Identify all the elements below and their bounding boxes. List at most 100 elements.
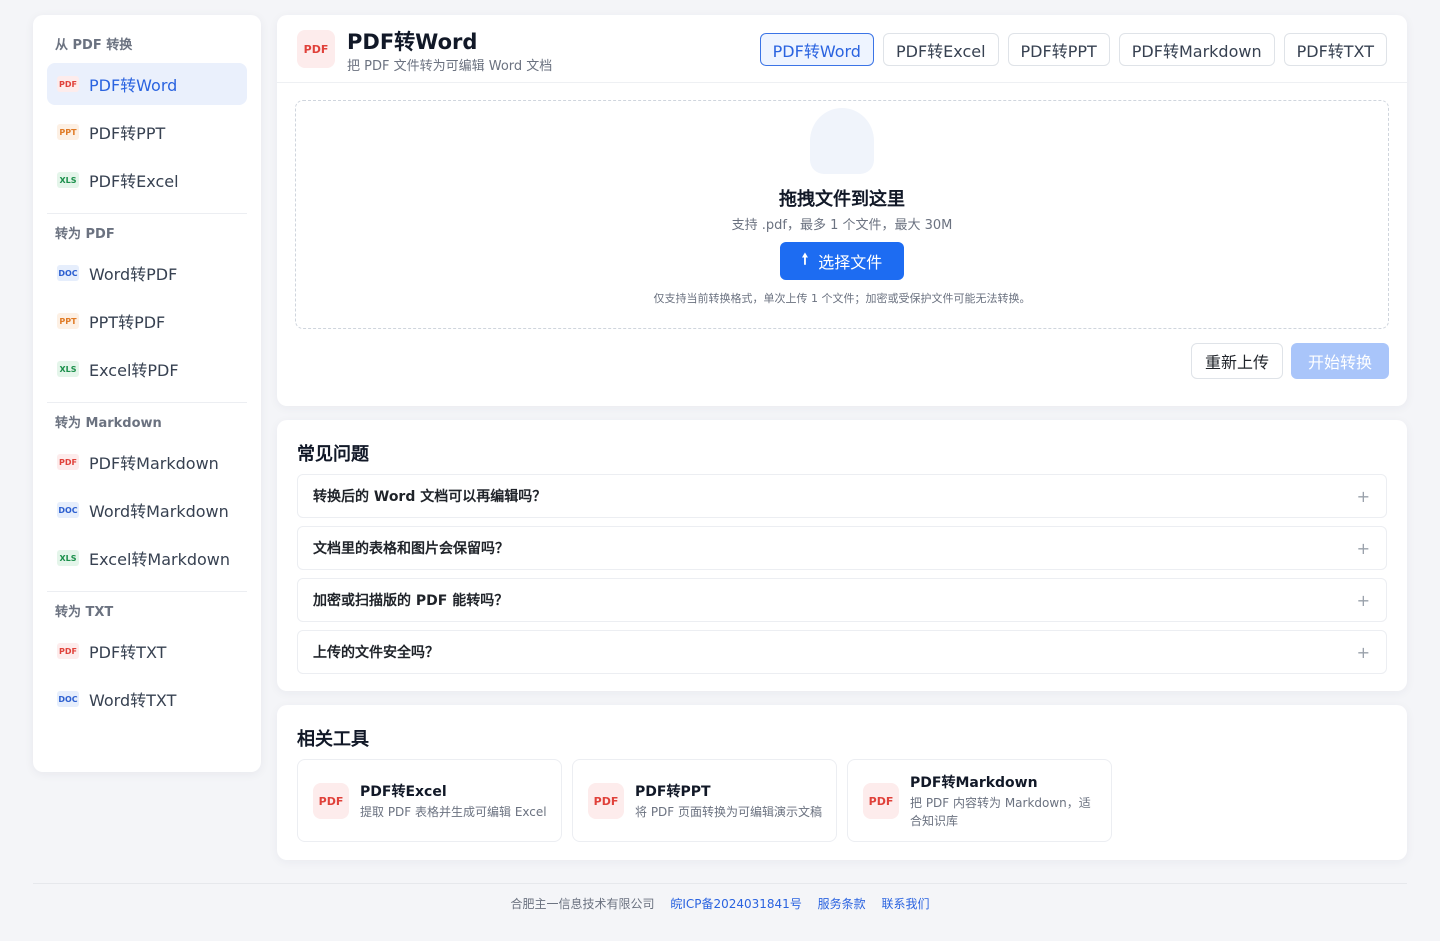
pdf-file-icon: PDF — [863, 783, 899, 819]
sidebar-item-label: Word转TXT — [89, 691, 177, 710]
sidebar-item-pdf-to-markdown[interactable]: PDF PDF转Markdown — [47, 441, 247, 483]
doc-file-icon: DOC — [57, 265, 79, 281]
pdf-file-icon: PDF — [57, 643, 79, 659]
tool-card-pdf-to-markdown[interactable]: PDF PDF转Markdown 把 PDF 内容转为 Markdown，适合知… — [847, 759, 1112, 842]
tab-pdf-to-markdown[interactable]: PDF转Markdown — [1118, 33, 1275, 66]
ppt-file-icon: PPT — [57, 313, 79, 329]
faq-question: 上传的文件安全吗？ — [313, 645, 439, 661]
pdf-file-icon: PDF — [313, 783, 349, 819]
dropzone-note: 仅支持当前转换格式，单次上传 1 个文件；加密或受保护文件可能无法转换。 — [653, 292, 1031, 305]
faq-title: 常见问题 — [297, 444, 369, 465]
footer-terms-link[interactable]: 服务条款 — [818, 897, 866, 911]
faq-item[interactable]: 上传的文件安全吗？ + — [297, 630, 1387, 674]
expand-plus-icon: + — [1356, 538, 1370, 558]
tab-pdf-to-ppt[interactable]: PDF转PPT — [1007, 33, 1110, 66]
tool-description: 把 PDF 内容转为 Markdown，适合知识库 — [910, 796, 1091, 828]
reupload-button[interactable]: 重新上传 — [1191, 343, 1283, 379]
sidebar-item-label: Word转Markdown — [89, 502, 229, 521]
pdf-file-icon: PDF — [57, 454, 79, 470]
faq-question: 转换后的 Word 文档可以再编辑吗？ — [313, 489, 547, 505]
sidebar-group-title: 转为 Markdown — [55, 416, 162, 431]
expand-plus-icon: + — [1356, 486, 1370, 506]
tool-description: 提取 PDF 表格并生成可编辑 Excel — [360, 805, 547, 819]
sidebar-group-title: 从 PDF 转换 — [55, 38, 133, 53]
converter-header: PDF PDF转Word 把 PDF 文件转为可编辑 Word 文档 PDF转W… — [277, 15, 1407, 83]
footer-contact-link[interactable]: 联系我们 — [882, 897, 930, 911]
sidebar-group-to-txt: 转为 TXT PDF PDF转TXT DOC Word转TXT — [47, 602, 247, 720]
footer-divider — [33, 883, 1407, 884]
faq-question: 文档里的表格和图片会保留吗？ — [313, 541, 509, 557]
sidebar-item-label: PDF转Markdown — [89, 454, 219, 473]
sidebar-group-to-markdown: 转为 Markdown PDF PDF转Markdown DOC Word转Ma… — [47, 413, 247, 579]
sidebar-item-pdf-to-txt[interactable]: PDF PDF转TXT — [47, 630, 247, 672]
sidebar-group-title: 转为 TXT — [55, 605, 114, 620]
expand-plus-icon: + — [1356, 642, 1370, 662]
tab-pdf-to-word[interactable]: PDF转Word — [759, 33, 874, 66]
sidebar-item-label: PDF转Word — [89, 76, 178, 95]
page-title: PDF转Word — [347, 30, 478, 54]
faq-item[interactable]: 加密或扫描版的 PDF 能转吗？ + — [297, 578, 1387, 622]
select-file-button[interactable]: 🠕 选择文件 — [780, 242, 904, 280]
pdf-file-icon: PDF — [57, 76, 79, 92]
sidebar-item-excel-to-pdf[interactable]: XLS Excel转PDF — [47, 348, 247, 390]
sidebar: 从 PDF 转换 PDF PDF转Word PPT PDF转PPT XLS PD… — [33, 15, 261, 772]
tool-name: PDF转PPT — [635, 784, 711, 800]
doc-file-icon: DOC — [57, 502, 79, 518]
xls-file-icon: XLS — [57, 361, 79, 377]
sidebar-item-ppt-to-pdf[interactable]: PPT PPT转PDF — [47, 300, 247, 342]
ppt-file-icon: PPT — [57, 124, 79, 140]
faq-section: 常见问题 转换后的 Word 文档可以再编辑吗？ + 文档里的表格和图片会保留吗… — [277, 420, 1407, 691]
sidebar-item-excel-to-markdown[interactable]: XLS Excel转Markdown — [47, 537, 247, 579]
xls-file-icon: XLS — [57, 550, 79, 566]
upload-cloud-icon — [810, 108, 874, 174]
start-convert-button[interactable]: 开始转换 — [1291, 343, 1389, 379]
faq-question: 加密或扫描版的 PDF 能转吗？ — [313, 593, 509, 609]
tab-pdf-to-excel[interactable]: PDF转Excel — [882, 33, 999, 66]
sidebar-item-pdf-to-ppt[interactable]: PPT PDF转PPT — [47, 111, 247, 153]
sidebar-item-word-to-txt[interactable]: DOC Word转TXT — [47, 678, 247, 720]
format-tabs: PDF转Word PDF转Excel PDF转PPT PDF转Markdown … — [751, 33, 1387, 66]
sidebar-item-pdf-to-word[interactable]: PDF PDF转Word — [47, 63, 247, 105]
sidebar-item-label: Word转PDF — [89, 265, 178, 284]
sidebar-group-from-pdf: 从 PDF 转换 PDF PDF转Word PPT PDF转PPT XLS PD… — [47, 35, 247, 201]
pdf-logo-icon: PDF — [297, 30, 335, 68]
xls-file-icon: XLS — [57, 172, 79, 188]
sidebar-divider — [47, 591, 247, 592]
sidebar-item-label: PPT转PDF — [89, 313, 166, 332]
related-tools-list: PDF PDF转Excel 提取 PDF 表格并生成可编辑 Excel PDF … — [297, 759, 1122, 842]
sidebar-item-word-to-markdown[interactable]: DOC Word转Markdown — [47, 489, 247, 531]
pdf-file-icon: PDF — [588, 783, 624, 819]
sidebar-item-label: PDF转Excel — [89, 172, 179, 191]
select-file-label: 选择文件 — [818, 253, 883, 272]
sidebar-divider — [47, 402, 247, 403]
doc-file-icon: DOC — [57, 691, 79, 707]
faq-item[interactable]: 转换后的 Word 文档可以再编辑吗？ + — [297, 474, 1387, 518]
converter-panel: PDF PDF转Word 把 PDF 文件转为可编辑 Word 文档 PDF转W… — [277, 15, 1407, 406]
tool-description: 将 PDF 页面转换为可编辑演示文稿 — [635, 805, 823, 819]
tab-pdf-to-txt[interactable]: PDF转TXT — [1283, 33, 1387, 66]
sidebar-group-to-pdf: 转为 PDF DOC Word转PDF PPT PPT转PDF XLS Exce… — [47, 224, 247, 390]
faq-list: 转换后的 Word 文档可以再编辑吗？ + 文档里的表格和图片会保留吗？ + 加… — [297, 474, 1387, 682]
expand-plus-icon: + — [1356, 590, 1370, 610]
sidebar-item-label: PDF转TXT — [89, 643, 167, 662]
related-tools-title: 相关工具 — [297, 729, 369, 750]
tool-name: PDF转Markdown — [910, 775, 1038, 791]
dropzone-hint: 支持 .pdf，最多 1 个文件，最大 30M — [731, 218, 953, 233]
dropzone-title: 拖拽文件到这里 — [779, 189, 905, 210]
tool-name: PDF转Excel — [360, 784, 447, 800]
footer: 合肥主一信息技术有限公司 皖ICP备2024031841号 服务条款 联系我们 — [0, 895, 1440, 912]
footer-icp-link[interactable]: 皖ICP备2024031841号 — [670, 897, 802, 911]
footer-company: 合肥主一信息技术有限公司 — [510, 897, 655, 911]
sidebar-divider — [47, 213, 247, 214]
tool-card-pdf-to-excel[interactable]: PDF PDF转Excel 提取 PDF 表格并生成可编辑 Excel — [297, 759, 562, 842]
sidebar-item-pdf-to-excel[interactable]: XLS PDF转Excel — [47, 159, 247, 201]
sidebar-item-label: Excel转PDF — [89, 361, 179, 380]
sidebar-item-word-to-pdf[interactable]: DOC Word转PDF — [47, 252, 247, 294]
file-dropzone[interactable]: 拖拽文件到这里 支持 .pdf，最多 1 个文件，最大 30M 🠕 选择文件 仅… — [295, 100, 1389, 329]
sidebar-item-label: PDF转PPT — [89, 124, 166, 143]
tool-card-pdf-to-ppt[interactable]: PDF PDF转PPT 将 PDF 页面转换为可编辑演示文稿 — [572, 759, 837, 842]
upload-arrow-icon: 🠕 — [801, 249, 809, 268]
related-tools-section: 相关工具 PDF PDF转Excel 提取 PDF 表格并生成可编辑 Excel… — [277, 705, 1407, 860]
sidebar-item-label: Excel转Markdown — [89, 550, 231, 569]
faq-item[interactable]: 文档里的表格和图片会保留吗？ + — [297, 526, 1387, 570]
